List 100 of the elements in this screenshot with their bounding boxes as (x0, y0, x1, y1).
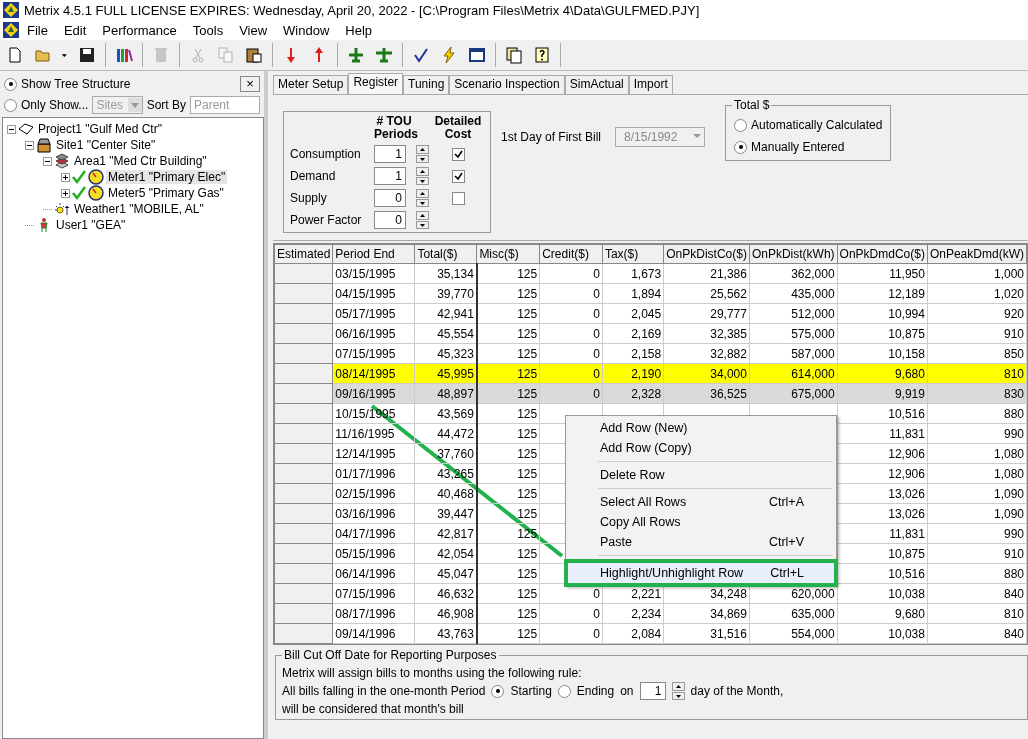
row-header[interactable] (274, 383, 333, 404)
column-header[interactable]: OnPkDist(kWh) (749, 244, 838, 264)
menu-item[interactable]: Copy All Rows (568, 512, 834, 532)
number-field[interactable]: 1 (374, 167, 406, 185)
tree-item[interactable]: Site1 "Center Site" (54, 138, 158, 152)
row-header[interactable] (274, 403, 333, 424)
spin-up-icon[interactable] (416, 145, 429, 154)
row-header[interactable] (274, 283, 333, 304)
row-header[interactable] (274, 523, 333, 544)
menu-item[interactable]: Delete Row (568, 465, 834, 485)
column-header[interactable]: Misc($) (476, 244, 540, 264)
checkbox[interactable] (451, 169, 465, 183)
row-header[interactable] (274, 323, 333, 344)
row-header[interactable] (274, 623, 333, 644)
menu-item[interactable]: Performance (94, 22, 185, 38)
number-field[interactable]: 0 (374, 211, 406, 229)
radio-button[interactable] (491, 684, 505, 698)
radio-label[interactable]: Show Tree Structure (21, 77, 131, 91)
tree-item[interactable]: Project1 "Gulf Med Ctr" (36, 122, 164, 136)
column-header[interactable]: OnPeakDmd(kW) (927, 244, 1027, 264)
spin-down-icon[interactable] (416, 176, 429, 185)
books-icon[interactable] (115, 46, 133, 64)
row-header[interactable] (274, 503, 333, 524)
radio-button[interactable] (557, 684, 571, 698)
window-icon[interactable] (468, 46, 486, 64)
tab[interactable]: Scenario Inspection (449, 75, 565, 94)
radio-label[interactable]: Starting (510, 684, 552, 698)
menu-item[interactable]: Add Row (Copy) (568, 438, 834, 458)
radio-button[interactable] (734, 118, 748, 132)
radio-button[interactable] (4, 98, 17, 112)
menu-item[interactable]: Paste Ctrl+V (568, 532, 834, 552)
row-header[interactable] (274, 603, 333, 624)
column-header[interactable]: Period End (332, 244, 415, 264)
tree-item[interactable]: User1 "GEA" (54, 218, 128, 232)
expand-toggle-icon[interactable] (61, 172, 70, 182)
save-icon[interactable] (78, 46, 96, 64)
radio-label[interactable]: Ending (576, 684, 615, 698)
row-header[interactable] (274, 303, 333, 324)
radio-label[interactable]: Manually Entered (751, 140, 845, 154)
checkmark-icon[interactable] (412, 46, 430, 64)
sort-by-field[interactable]: Parent (190, 96, 260, 114)
radio-button[interactable] (4, 77, 17, 91)
new-file-icon[interactable] (6, 46, 24, 64)
row-header[interactable] (274, 423, 333, 444)
checkbox[interactable] (451, 191, 465, 205)
menu-item[interactable]: Edit (55, 22, 95, 38)
tab[interactable]: Meter Setup (273, 75, 349, 94)
menu-item[interactable]: View (231, 22, 276, 38)
spin-up-icon[interactable] (416, 189, 429, 198)
paste-icon[interactable] (245, 46, 263, 64)
menu-item[interactable]: Tools (184, 22, 232, 38)
collapse-toggle-icon[interactable] (7, 124, 16, 134)
collapse-toggle-icon[interactable] (25, 140, 34, 150)
spin-up-icon[interactable] (416, 211, 429, 220)
row-header[interactable] (274, 463, 333, 484)
tree-item[interactable]: Weather1 "MOBILE, AL" (72, 202, 206, 216)
lightning-icon[interactable] (440, 46, 458, 64)
number-field[interactable]: 0 (374, 189, 406, 207)
radio-label[interactable]: Automatically Calculated (751, 118, 883, 132)
radio-button[interactable] (734, 140, 748, 154)
row-header[interactable] (274, 563, 333, 584)
collapse-toggle-icon[interactable] (43, 156, 52, 166)
row-header[interactable] (274, 343, 333, 364)
row-header[interactable] (274, 363, 333, 384)
menu-item[interactable]: File (19, 22, 56, 38)
radio-label[interactable]: Only Show... (21, 98, 89, 112)
tab[interactable]: Register (348, 73, 404, 94)
expand-toggle-icon[interactable] (61, 188, 70, 198)
spin-down-icon[interactable] (671, 691, 685, 700)
row-header[interactable] (274, 443, 333, 464)
menu-item[interactable]: Help (337, 22, 381, 38)
spin-up-icon[interactable] (416, 167, 429, 176)
spin-down-icon[interactable] (416, 154, 429, 163)
column-header[interactable]: Credit($) (539, 244, 603, 264)
row-header[interactable] (274, 483, 333, 504)
spin-down-icon[interactable] (416, 198, 429, 207)
column-header[interactable]: Total($) (414, 244, 477, 264)
tab[interactable]: Import (628, 75, 673, 94)
menu-item[interactable]: Select All Rows Ctrl+A (568, 492, 834, 512)
documents-icon[interactable] (505, 46, 523, 64)
menu-item[interactable]: Add Row (New) (568, 418, 834, 438)
column-header[interactable]: Tax($) (602, 244, 664, 264)
row-header[interactable] (274, 583, 333, 604)
column-header[interactable]: OnPkDistCo($) (663, 244, 750, 264)
tree-item[interactable]: Area1 "Med Ctr Building" (72, 154, 209, 168)
row-header[interactable] (274, 263, 333, 284)
spin-down-icon[interactable] (416, 220, 429, 229)
spin-up-icon[interactable] (671, 682, 685, 691)
help-icon[interactable] (533, 46, 551, 64)
menu-item[interactable]: Highlight/Unhighlight Row Ctrl+L (564, 559, 838, 587)
checkbox[interactable] (451, 147, 465, 161)
menu-item[interactable]: Window (275, 22, 338, 38)
tab[interactable]: Tuning (403, 75, 450, 94)
close-button[interactable]: × (240, 76, 260, 92)
tree-item[interactable]: Meter5 "Primary Gas" (106, 186, 226, 200)
number-field[interactable]: 1 (374, 145, 406, 163)
row-header[interactable] (274, 543, 333, 564)
tree-item[interactable]: Meter1 "Primary Elec" (106, 170, 228, 184)
column-header[interactable]: OnPkDmdCo($) (837, 244, 928, 264)
number-field[interactable]: 1 (639, 682, 666, 700)
